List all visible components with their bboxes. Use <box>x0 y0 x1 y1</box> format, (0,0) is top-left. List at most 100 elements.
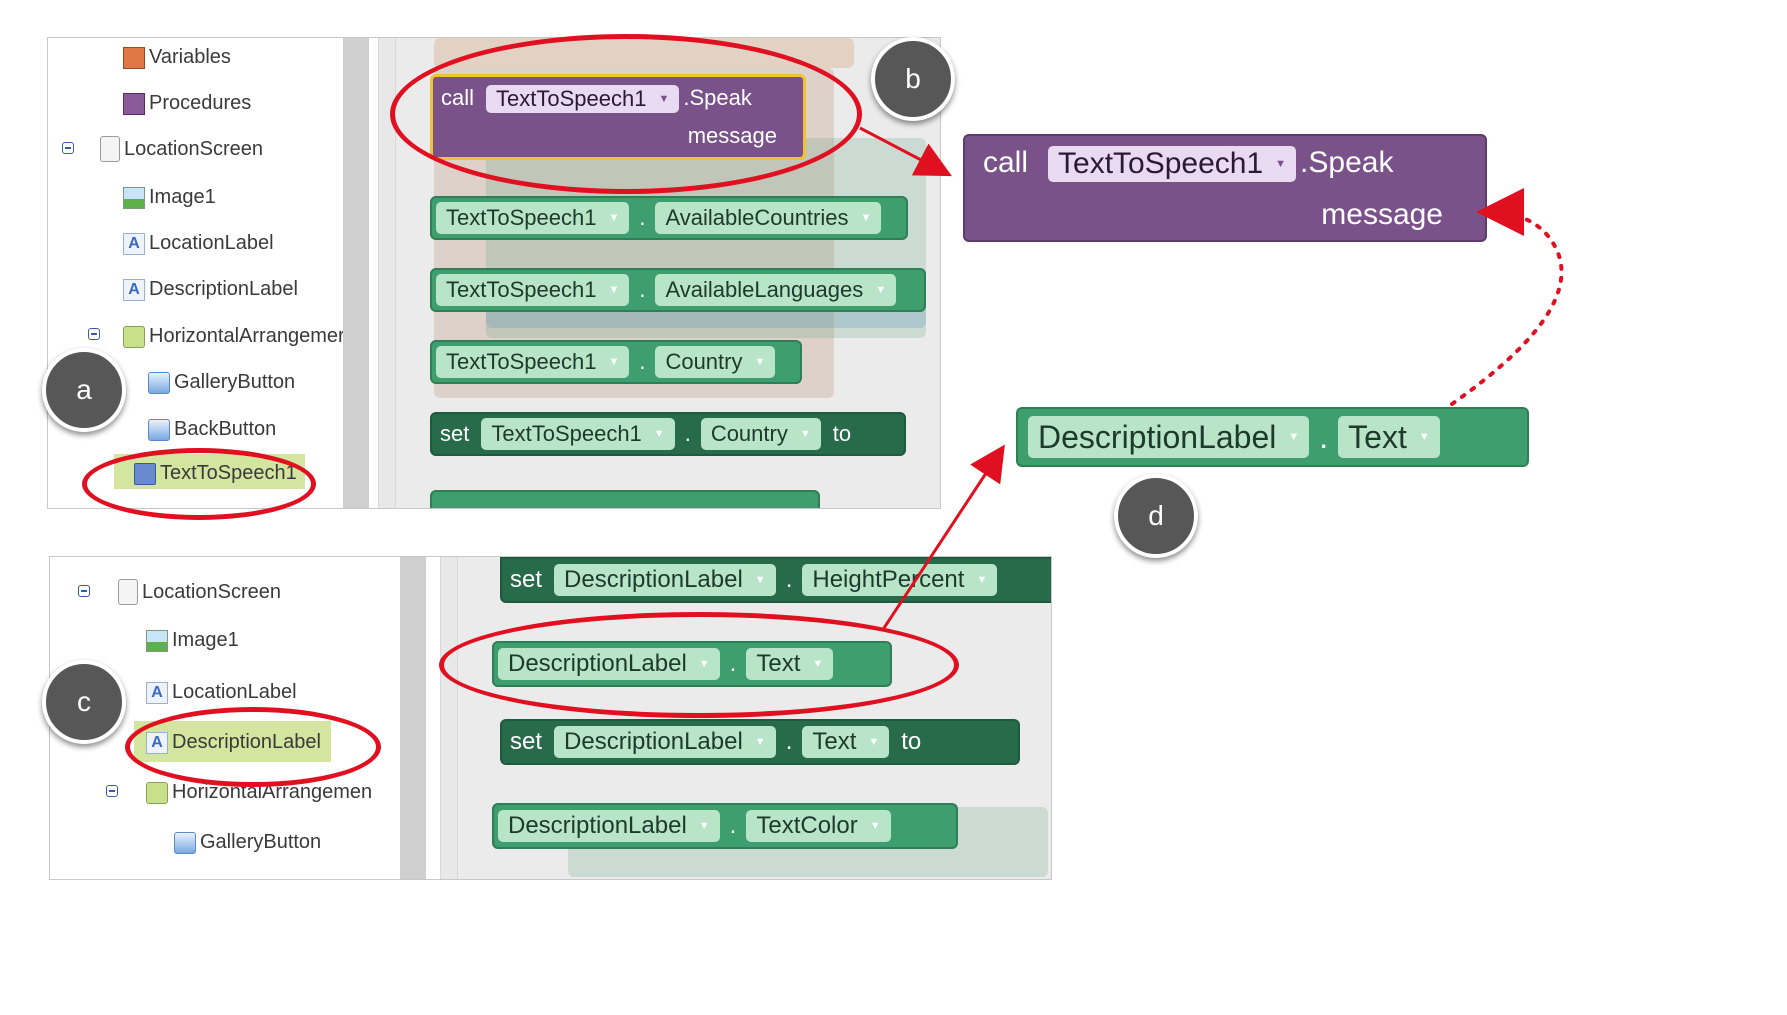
component-dropdown[interactable]: DescriptionLabel ▼ <box>498 648 720 680</box>
chevron-down-icon: ▼ <box>608 356 620 368</box>
image-icon <box>146 629 168 652</box>
badge-a: a <box>42 348 126 432</box>
component-tree: Variables Procedures LocationScreen Imag… <box>48 38 345 508</box>
property-dropdown[interactable]: HeightPercent ▼ <box>802 564 998 596</box>
tree-item-gallery-button[interactable]: GalleryButton <box>174 831 321 854</box>
property-dropdown[interactable]: TextColor ▼ <box>746 810 891 842</box>
component-dropdown[interactable]: TextToSpeech1 ▼ <box>481 418 675 450</box>
label-icon: A <box>123 232 145 255</box>
tree-item-image1[interactable]: Image1 <box>123 186 216 209</box>
tree-item-description-label[interactable]: A DescriptionLabel <box>123 278 298 301</box>
property-dropdown[interactable]: Text ▼ <box>746 648 834 680</box>
label-icon: A <box>146 681 168 704</box>
chevron-down-icon: ▼ <box>653 428 665 440</box>
chevron-down-icon: ▼ <box>608 284 620 296</box>
horizontal-arrangement-icon <box>123 325 145 348</box>
chevron-down-icon: ▼ <box>658 93 670 105</box>
tree-item-location-screen[interactable]: LocationScreen <box>118 579 281 605</box>
component-dropdown[interactable]: TextToSpeech1 ▼ <box>436 202 630 234</box>
component-dropdown[interactable]: DescriptionLabel ▼ <box>1028 416 1310 458</box>
chevron-down-icon: ▼ <box>754 574 766 586</box>
chevron-down-icon: ▼ <box>754 356 766 368</box>
property-dropdown[interactable]: AvailableLanguages ▼ <box>655 274 897 306</box>
collapse-toggle-icon[interactable] <box>88 328 100 340</box>
tree-item-horizontal-arrangement[interactable]: HorizontalArrangemen <box>146 781 372 804</box>
property-dropdown[interactable]: AvailableCountries ▼ <box>655 202 882 234</box>
workspace-divider <box>440 557 458 879</box>
collapse-toggle-icon[interactable] <box>106 785 118 797</box>
tree-item-back-button[interactable]: BackButton <box>148 418 276 441</box>
label-icon: A <box>146 731 168 754</box>
set-height-percent-block[interactable]: set DescriptionLabel ▼ . HeightPercent ▼ <box>500 557 1051 603</box>
background-block <box>434 38 854 68</box>
text-to-speech-icon <box>134 462 156 485</box>
zoomed-description-text-getter[interactable]: DescriptionLabel ▼ . Text ▼ <box>1016 407 1529 467</box>
tree-item-horizontal-arrangement[interactable]: HorizontalArrangemer <box>123 325 345 348</box>
tree-scrollbar[interactable] <box>343 38 369 508</box>
component-dropdown[interactable]: TextToSpeech1 ▼ <box>436 346 630 378</box>
chevron-down-icon: ▼ <box>1275 158 1287 170</box>
tree-item-gallery-button[interactable]: GalleryButton <box>148 371 295 394</box>
description-text-getter[interactable]: DescriptionLabel ▼ . Text ▼ <box>492 641 892 687</box>
screen-icon <box>100 136 120 162</box>
image-icon <box>123 186 145 209</box>
top-blocks-editor-panel: Variables Procedures LocationScreen Imag… <box>47 37 941 509</box>
component-dropdown[interactable]: DescriptionLabel ▼ <box>554 564 776 596</box>
set-text-block[interactable]: set DescriptionLabel ▼ . Text ▼ to <box>500 719 1020 765</box>
collapse-toggle-icon[interactable] <box>78 585 90 597</box>
button-icon <box>148 418 170 441</box>
horizontal-arrangement-icon <box>146 781 168 804</box>
property-dropdown[interactable]: Text ▼ <box>802 726 890 758</box>
badge-d: d <box>1114 474 1198 558</box>
property-dropdown[interactable]: Country ▼ <box>655 346 776 378</box>
tree-item-location-screen[interactable]: LocationScreen <box>100 136 263 162</box>
chevron-down-icon: ▼ <box>698 658 710 670</box>
tree-item-text-to-speech[interactable]: TextToSpeech1 <box>114 454 305 489</box>
tree-item-location-label[interactable]: A LocationLabel <box>146 681 297 704</box>
call-speak-block[interactable]: call TextToSpeech1 ▼ .Speak message <box>430 74 806 160</box>
screen-icon <box>118 579 138 605</box>
button-icon <box>148 371 170 394</box>
chevron-down-icon: ▼ <box>868 736 880 748</box>
tree-item-image1[interactable]: Image1 <box>146 629 239 652</box>
component-dropdown[interactable]: TextToSpeech1 ▼ <box>436 274 630 306</box>
tree-item-variables[interactable]: Variables <box>123 46 231 69</box>
chevron-down-icon: ▼ <box>1288 431 1300 443</box>
chevron-down-icon: ▼ <box>869 820 881 832</box>
tree-scrollbar[interactable] <box>400 557 426 879</box>
blocks-workspace[interactable]: call TextToSpeech1 ▼ .Speak message TextT… <box>396 38 940 508</box>
chevron-down-icon: ▼ <box>860 212 872 224</box>
property-dropdown[interactable]: Text ▼ <box>1338 416 1440 458</box>
set-country-block[interactable]: set TextToSpeech1 ▼ . Country ▼ to <box>430 412 906 456</box>
component-dropdown[interactable]: TextToSpeech1 ▼ <box>1048 146 1297 182</box>
property-dropdown[interactable]: Country ▼ <box>700 418 821 450</box>
text-color-getter[interactable]: DescriptionLabel ▼ . TextColor ▼ <box>492 803 958 849</box>
chevron-down-icon: ▼ <box>1418 431 1430 443</box>
partial-block[interactable] <box>430 490 820 508</box>
bottom-blocks-editor-panel: LocationScreen Image1 A LocationLabel A … <box>49 556 1052 880</box>
label-icon: A <box>123 278 145 301</box>
tree-item-procedures[interactable]: Procedures <box>123 92 251 115</box>
tree-item-location-label[interactable]: A LocationLabel <box>123 232 274 255</box>
button-icon <box>174 831 196 854</box>
component-dropdown[interactable]: TextToSpeech1 ▼ <box>486 85 680 113</box>
component-dropdown[interactable]: DescriptionLabel ▼ <box>554 726 776 758</box>
chevron-down-icon: ▼ <box>875 284 887 296</box>
collapse-toggle-icon[interactable] <box>62 142 74 154</box>
tree-item-description-label[interactable]: A DescriptionLabel <box>134 721 331 762</box>
country-getter[interactable]: TextToSpeech1 ▼ . Country ▼ <box>430 340 802 384</box>
badge-c: c <box>42 660 126 744</box>
chevron-down-icon: ▼ <box>698 820 710 832</box>
chevron-down-icon: ▼ <box>799 428 811 440</box>
available-languages-getter[interactable]: TextToSpeech1 ▼ . AvailableLanguages ▼ <box>430 268 926 312</box>
procedures-icon <box>123 92 145 115</box>
chevron-down-icon: ▼ <box>812 658 824 670</box>
component-dropdown[interactable]: DescriptionLabel ▼ <box>498 810 720 842</box>
chevron-down-icon: ▼ <box>976 574 988 586</box>
chevron-down-icon: ▼ <box>754 736 766 748</box>
zoomed-call-speak-block[interactable]: call TextToSpeech1 ▼ .Speak message <box>963 134 1487 242</box>
blocks-workspace[interactable]: set DescriptionLabel ▼ . HeightPercent ▼ D… <box>458 557 1051 879</box>
chevron-down-icon: ▼ <box>608 212 620 224</box>
workspace-divider <box>378 38 396 508</box>
available-countries-getter[interactable]: TextToSpeech1 ▼ . AvailableCountries ▼ <box>430 196 908 240</box>
